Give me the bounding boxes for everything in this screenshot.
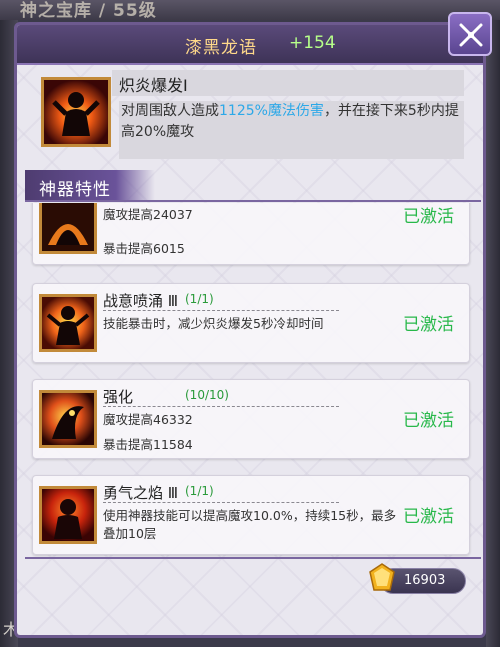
trait-line2: 暴击提高11584 <box>103 437 193 452</box>
trait-line1: 魔攻提高24037 <box>103 207 193 222</box>
artifact-detail-panel: 漆黑龙语 +154 炽炎爆发Ⅰ 对周围敌人造成1125%魔法伤害，并在接下来5秒… <box>14 22 486 638</box>
trait-level: (1/1) <box>185 484 214 498</box>
artifact-name: 漆黑龙语 <box>185 38 257 58</box>
trait-status: 已激活 <box>403 411 454 431</box>
currency-value: 16903 <box>404 573 446 588</box>
trait-line1: 使用神器技能可以提高魔攻10.0%，持续15秒，最多叠加10层 <box>103 508 397 541</box>
trait-divider <box>103 406 339 407</box>
background-top-bar: 神之宝库 / 55级 <box>0 0 500 21</box>
trait-card: 强化 (10/10) 魔攻提高46332 暴击提高11584 已激活 <box>32 379 470 459</box>
trait-list[interactable]: 魔攻提高24037 暴击提高6015 已激活 战意喷涌 Ⅲ (1/1) 技能暴击… <box>17 203 483 558</box>
trait-name: 强化 <box>103 388 134 406</box>
trait-icon <box>39 203 97 254</box>
trait-icon <box>39 390 97 448</box>
trait-icon <box>39 486 97 544</box>
trait-name: 勇气之焰 Ⅲ <box>103 484 179 502</box>
trait-level: (1/1) <box>185 292 214 306</box>
trait-line1: 技能暴击时，减少炽炎爆发5秒冷却时间 <box>103 316 324 331</box>
trait-divider <box>103 502 339 503</box>
section-title: 神器特性 <box>39 180 111 200</box>
background-title: 神之宝库 / 55级 <box>20 1 157 21</box>
background-right <box>486 20 500 647</box>
panel-header: 漆黑龙语 +154 <box>17 25 483 65</box>
trait-name: 战意喷涌 Ⅲ <box>103 292 179 310</box>
skill-desc-highlight: 1125%魔法伤害 <box>219 103 324 119</box>
skill-desc-before: 对周围敌人造成 <box>121 103 219 119</box>
trait-status: 已激活 <box>403 507 454 527</box>
skill-description: 对周围敌人造成1125%魔法伤害，并在接下来5秒内提高20%魔攻 <box>119 101 464 159</box>
artifact-score: +154 <box>289 33 336 53</box>
section-divider-top <box>25 200 481 202</box>
trait-icon <box>39 294 97 352</box>
trait-card: 魔攻提高24037 暴击提高6015 已激活 <box>32 203 470 265</box>
skill-title: 炽炎爆发Ⅰ <box>119 76 188 95</box>
close-button[interactable] <box>448 12 492 56</box>
trait-status: 已激活 <box>403 315 454 335</box>
trait-divider <box>103 310 339 311</box>
skill-icon[interactable] <box>41 77 111 147</box>
trait-card: 勇气之焰 Ⅲ (1/1) 使用神器技能可以提高魔攻10.0%，持续15秒，最多叠… <box>32 475 470 555</box>
close-icon <box>459 23 483 47</box>
trait-card: 战意喷涌 Ⅲ (1/1) 技能暴击时，减少炽炎爆发5秒冷却时间 已激活 <box>32 283 470 363</box>
trait-level: (10/10) <box>185 388 229 402</box>
trait-line1: 魔攻提高46332 <box>103 412 193 427</box>
trait-line2: 暴击提高6015 <box>103 241 185 256</box>
section-divider-bottom <box>25 557 481 559</box>
trait-status: 已激活 <box>403 207 454 227</box>
gem-icon <box>369 563 395 591</box>
